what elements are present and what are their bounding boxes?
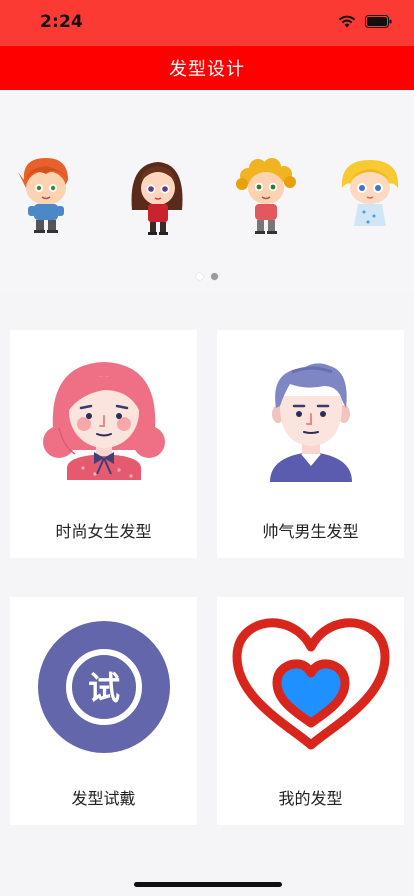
heart-icon [217, 597, 404, 777]
try-on-icon: 试 [10, 597, 197, 777]
card-hairstyle-try-on[interactable]: 试 发型试戴 [10, 597, 197, 825]
home-indicator[interactable] [134, 882, 282, 887]
status-time: 2:24 [40, 12, 84, 32]
boy-avatar-icon [217, 330, 404, 510]
nav-bar: 发型设计 [0, 46, 414, 90]
character-brown-haired-girl [131, 162, 183, 235]
girl-avatar-icon [10, 330, 197, 510]
status-icons [338, 15, 392, 28]
page-title: 发型设计 [169, 59, 245, 80]
carousel-dot-2[interactable] [211, 273, 218, 280]
banner-strip [0, 150, 414, 240]
character-red-haired-boy [18, 158, 72, 233]
card-handsome-boy-hairstyles[interactable]: 帅气男生发型 [217, 330, 404, 558]
card-label: 发型试戴 [71, 789, 136, 808]
wifi-icon [338, 15, 356, 28]
card-label: 我的发型 [278, 789, 343, 808]
battery-icon [365, 15, 392, 28]
status-bar: 2:24 [0, 0, 414, 46]
card-my-hairstyles[interactable]: 我的发型 [217, 597, 404, 825]
character-blonde-girl [341, 160, 399, 226]
carousel-dots [0, 273, 414, 280]
card-label: 帅气男生发型 [262, 522, 359, 541]
banner-carousel[interactable] [0, 90, 414, 290]
try-on-glyph: 试 [87, 669, 119, 707]
carousel-dot-1[interactable] [196, 273, 203, 280]
card-fashion-girl-hairstyles[interactable]: 时尚女生发型 [10, 330, 197, 558]
character-curly-haired-boy [236, 158, 296, 234]
card-label: 时尚女生发型 [55, 522, 152, 541]
